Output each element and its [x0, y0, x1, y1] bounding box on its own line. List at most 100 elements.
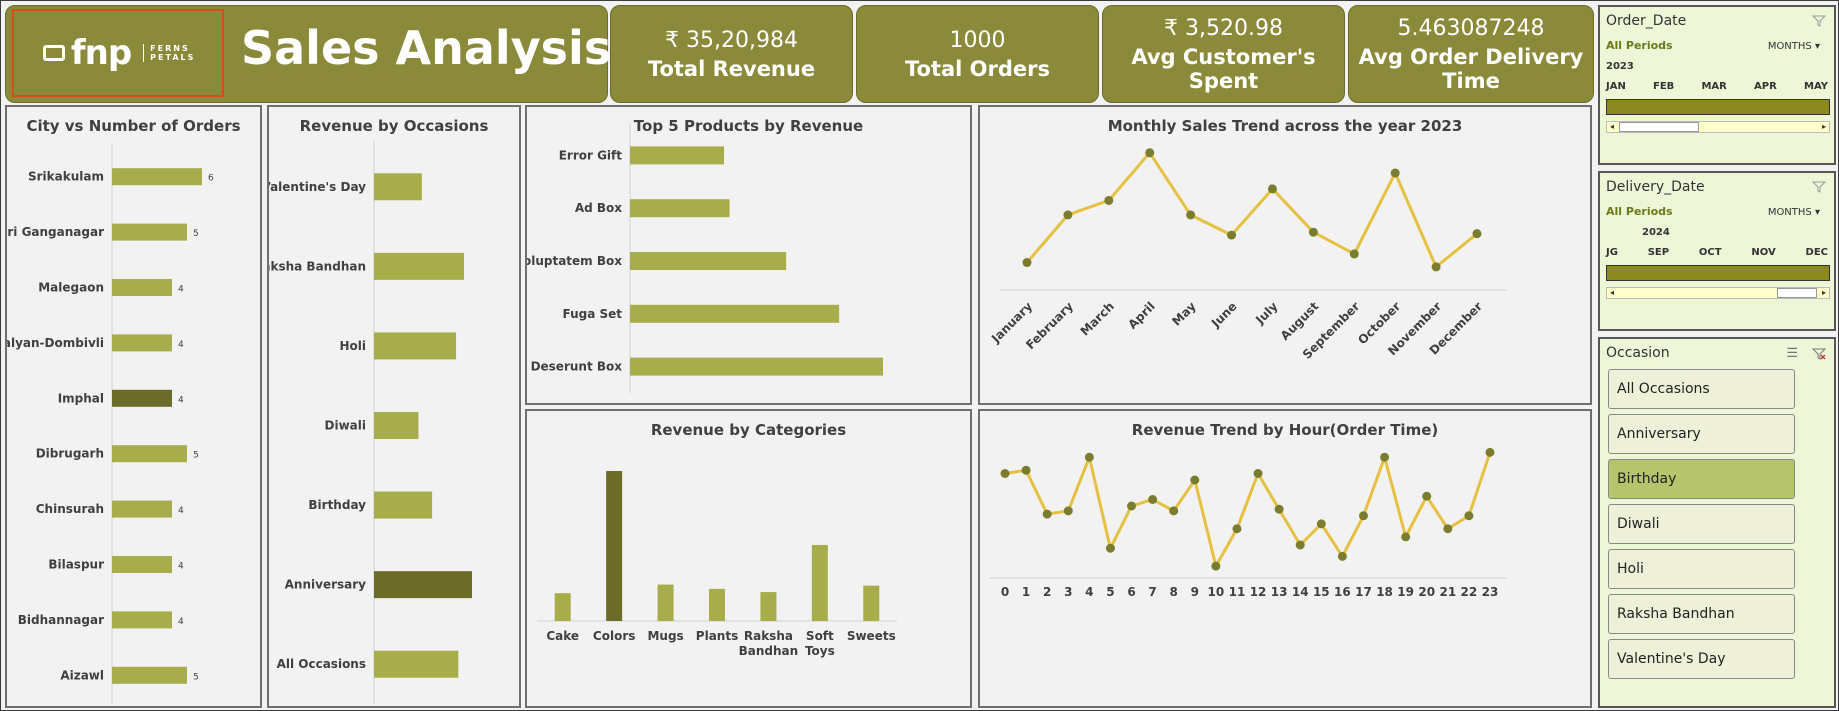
chart-revenue-categories[interactable]: Revenue by Categories Cake Colors Mugs Plan… [525, 409, 972, 708]
time-level-dropdown[interactable]: MONTHS ▾ [1768, 41, 1820, 52]
timeline-selection-bar[interactable] [1606, 99, 1830, 115]
tick-label: 15 [1313, 585, 1330, 599]
occasion-all-occasions[interactable]: All Occasions [1608, 369, 1795, 409]
delivery-date-timeline[interactable]: Delivery_Date All Periods MONTHS ▾ 2024 … [1598, 171, 1836, 331]
occasion-slicer[interactable]: Occasion ☰ All Occasions Anniversary Bir… [1598, 337, 1836, 708]
timeline-month[interactable]: DEC [1806, 247, 1828, 258]
time-level-dropdown[interactable]: MONTHS ▾ [1768, 207, 1820, 218]
data-point [1063, 210, 1073, 220]
timeline-month[interactable]: OCT [1699, 247, 1722, 258]
data-point [1464, 511, 1474, 521]
chart-hourly-trend[interactable]: Revenue Trend by Hour(Order Time) 012345… [978, 409, 1592, 708]
occasion-anniversary[interactable]: Anniversary [1608, 414, 1795, 454]
data-point [1084, 452, 1094, 462]
chart-city-orders[interactable]: City vs Number of Orders Srikakulam 6 Sri … [5, 105, 262, 708]
timeline-month[interactable]: SEP [1648, 247, 1669, 258]
occasion-valentines-day[interactable]: Valentine's Day [1608, 639, 1795, 679]
kpi-value: ₹ 35,20,984 [665, 27, 798, 53]
occasion-diwali[interactable]: Diwali [1608, 504, 1795, 544]
data-point [1267, 184, 1277, 194]
data-label: 5 [193, 672, 199, 682]
kpi-total-revenue: ₹ 35,20,984 Total Revenue [610, 5, 853, 103]
chart-monthly-trend[interactable]: Monthly Sales Trend across the year 2023… [978, 105, 1592, 405]
data-point [1104, 195, 1114, 205]
data-point [1186, 210, 1196, 220]
timeline-selection-bar[interactable] [1606, 265, 1830, 281]
timeline-month[interactable]: JAN [1606, 81, 1626, 92]
data-label: 4 [178, 395, 184, 405]
scroll-left-icon[interactable]: ◂ [1607, 288, 1617, 298]
bar [760, 592, 777, 621]
kpi-label: Total Revenue [647, 56, 816, 81]
data-point [1337, 551, 1347, 561]
data-label: 4 [178, 617, 184, 627]
data-point [1253, 469, 1263, 478]
chevron-down-icon: ▾ [1814, 41, 1820, 52]
data-point [1401, 532, 1411, 542]
category-label: Aizawl [60, 668, 104, 682]
time-level-label: MONTHS [1767, 41, 1812, 52]
category-label: Malegaon [38, 281, 104, 295]
timeline-month[interactable]: MAR [1701, 81, 1726, 92]
timeline-month[interactable]: FEB [1653, 81, 1674, 92]
bar [374, 571, 472, 599]
timeline-month[interactable]: MAY [1804, 81, 1828, 92]
tick-label: Colors [593, 629, 635, 643]
tick-label: Toys [805, 644, 835, 658]
chart-revenue-occasions[interactable]: Revenue by Occasions Valentine's DayRaks… [267, 105, 521, 708]
tick-label: 9 [1191, 585, 1199, 599]
occasion-holi[interactable]: Holi [1608, 549, 1795, 589]
tick-label: 17 [1355, 585, 1372, 599]
timeline-month[interactable]: NOV [1751, 247, 1775, 258]
bar [630, 252, 787, 270]
tick-label: July [1252, 299, 1280, 327]
order-date-timeline[interactable]: Order_Date All Periods MONTHS ▾ 2023 JAN… [1598, 5, 1836, 165]
clear-filter-icon[interactable] [1812, 181, 1826, 193]
tick-label: Cake [546, 629, 579, 643]
data-point [1349, 249, 1359, 259]
category-label: Error Gift [559, 148, 623, 162]
multi-select-icon[interactable]: ☰ [1786, 345, 1798, 361]
category-label: Srikakulam [28, 170, 104, 184]
timeline-month[interactable]: JG [1606, 247, 1618, 258]
tick-label: Soft [806, 629, 834, 643]
data-point [1042, 509, 1052, 519]
scroll-left-icon[interactable]: ◂ [1607, 122, 1617, 132]
category-label: Birthday [308, 498, 366, 512]
category-label: Fuga Set [562, 307, 622, 321]
scroll-right-icon[interactable]: ▸ [1819, 288, 1829, 298]
category-label: Raksha Bandhan [269, 259, 366, 273]
chevron-down-icon: ▾ [1814, 207, 1820, 218]
all-periods-link[interactable]: All Periods [1606, 205, 1673, 218]
tick-label: Raksha [744, 629, 793, 643]
tick-label: 1 [1022, 585, 1030, 599]
category-label: Valentine's Day [269, 180, 366, 194]
data-point [1472, 229, 1482, 239]
occasion-raksha-bandhan[interactable]: Raksha Bandhan [1608, 594, 1795, 634]
category-label: Ad Box [575, 201, 622, 215]
data-point [1190, 475, 1200, 485]
timeline-scrollbar[interactable]: ◂ ▸ [1606, 287, 1830, 299]
scrollbar-thumb[interactable] [1777, 288, 1817, 298]
kpi-label: Avg Order Delivery Time [1358, 44, 1584, 93]
data-point [1227, 230, 1237, 240]
clear-filter-icon[interactable] [1812, 348, 1826, 360]
chart-top-products[interactable]: Top 5 Products by Revenue Error Gift Ad B… [525, 105, 972, 405]
timeline-scrollbar[interactable]: ◂ ▸ [1606, 121, 1830, 133]
all-periods-link[interactable]: All Periods [1606, 39, 1673, 52]
tick-label: March [1078, 299, 1117, 338]
data-point [1431, 262, 1441, 272]
scroll-right-icon[interactable]: ▸ [1819, 122, 1829, 132]
kpi-value: 5.463087248 [1397, 15, 1545, 41]
timeline-month[interactable]: APR [1754, 81, 1777, 92]
scrollbar-thumb[interactable] [1619, 122, 1699, 132]
data-point [1063, 506, 1073, 516]
data-label: 4 [178, 285, 184, 295]
occasion-birthday[interactable]: Birthday [1608, 459, 1795, 499]
data-point [1274, 504, 1284, 514]
bar [374, 252, 465, 280]
bar [374, 650, 459, 678]
tick-label: 4 [1085, 585, 1093, 599]
category-label: Anniversary [285, 578, 367, 592]
clear-filter-icon[interactable] [1812, 15, 1826, 27]
